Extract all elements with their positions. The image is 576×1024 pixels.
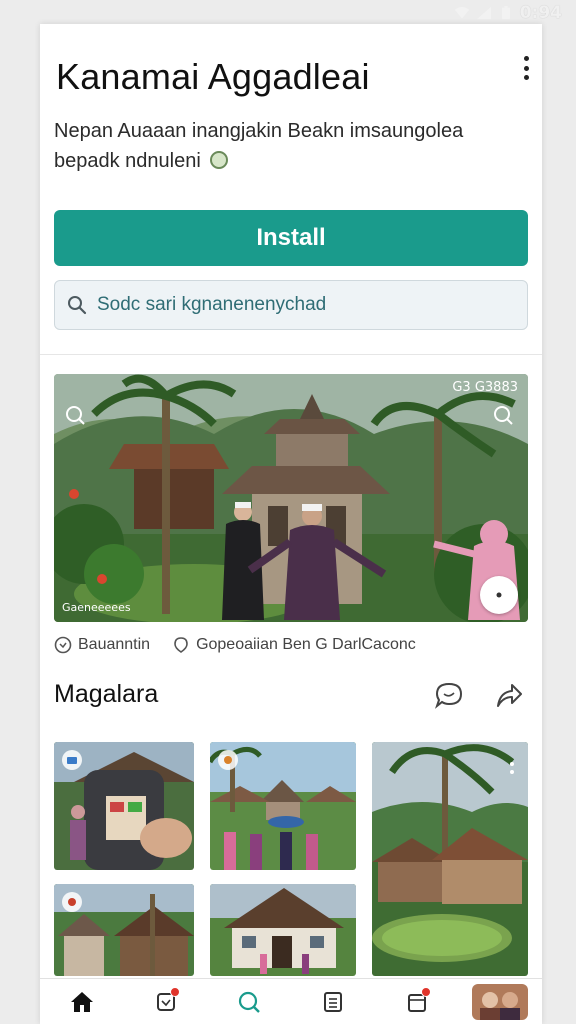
camera-icon bbox=[67, 757, 77, 764]
flower-icon bbox=[224, 756, 232, 764]
status-bar: 0:94 bbox=[0, 0, 576, 26]
nav-profile[interactable] bbox=[458, 979, 542, 1024]
tile-badge-4 bbox=[62, 892, 82, 912]
more-vert-icon[interactable] bbox=[520, 54, 532, 82]
hero-image[interactable]: G3 G3883 Gaeneeeees bbox=[54, 374, 528, 622]
location-icon[interactable] bbox=[172, 636, 190, 654]
tile-badge-2 bbox=[218, 750, 238, 770]
search-input[interactable]: Sodc sari kgnanenenychad bbox=[54, 280, 528, 330]
signal-icon bbox=[476, 6, 491, 20]
notification-dot bbox=[169, 986, 180, 997]
globe-icon bbox=[210, 151, 229, 169]
hero-zoom-icon[interactable] bbox=[492, 404, 514, 426]
share-icon[interactable] bbox=[494, 680, 524, 710]
hero-count: G3 G3883 bbox=[452, 380, 518, 395]
flower-icon bbox=[68, 898, 76, 906]
battery-icon bbox=[501, 6, 510, 20]
heart-icon[interactable] bbox=[54, 636, 72, 654]
app-title: Kanamai Aggadleai bbox=[56, 56, 370, 97]
description-line-2-wrap: bepadk ndnuleni bbox=[54, 146, 524, 176]
bottom-nav bbox=[40, 978, 542, 1024]
meta-item-1: Bauanntin bbox=[78, 636, 151, 653]
image-grid bbox=[54, 742, 528, 982]
meta-item-2: Gopeoaiian Ben G DarlCaconc bbox=[196, 636, 416, 653]
tile-badge-1 bbox=[62, 750, 82, 770]
app-card: Kanamai Aggadleai Nepan Auaaan inangjaki… bbox=[40, 24, 542, 1024]
plus-icon bbox=[496, 592, 502, 598]
nav-explore[interactable] bbox=[207, 979, 291, 1024]
nav-home[interactable] bbox=[40, 979, 124, 1024]
list-icon bbox=[323, 991, 342, 1012]
grid-tile-1[interactable] bbox=[54, 742, 194, 870]
meta-row: Bauanntin Gopeoaiian Ben G DarlCaconc bbox=[54, 636, 416, 654]
install-button[interactable]: Install bbox=[54, 210, 528, 266]
hero-caption: Gaeneeeees bbox=[62, 601, 131, 614]
search-placeholder: Sodc sari kgnanenenychad bbox=[97, 294, 327, 315]
grid-tile-4[interactable] bbox=[54, 884, 194, 976]
add-button[interactable] bbox=[480, 576, 518, 614]
hero-search-icon[interactable] bbox=[64, 404, 86, 426]
search-icon bbox=[68, 296, 87, 315]
description-line-2: bepadk ndnuleni bbox=[54, 150, 201, 172]
section-title: Magalara bbox=[54, 680, 159, 708]
explore-icon bbox=[239, 991, 261, 1013]
avatar bbox=[472, 983, 529, 1020]
comment-icon[interactable] bbox=[434, 680, 464, 710]
wifi-icon bbox=[454, 7, 469, 19]
hero-scene bbox=[54, 374, 528, 622]
nav-calendar[interactable] bbox=[375, 979, 459, 1024]
nav-notifications[interactable] bbox=[124, 979, 208, 1024]
grid-tile-5[interactable] bbox=[210, 884, 356, 976]
status-time: 0:94 bbox=[519, 3, 562, 23]
app-description: Nepan Auaaan inangjakin Beakn imsaungole… bbox=[54, 116, 524, 176]
nav-list[interactable] bbox=[291, 979, 375, 1024]
grid-tile-2[interactable] bbox=[210, 742, 356, 870]
tile-image-3 bbox=[372, 742, 528, 976]
grid-tile-3[interactable] bbox=[372, 742, 528, 976]
divider bbox=[40, 354, 542, 355]
description-line-1: Nepan Auaaan inangjakin Beakn imsaungole… bbox=[54, 120, 464, 142]
calendar-dot bbox=[420, 986, 431, 997]
tile-image-5 bbox=[210, 884, 356, 976]
home-icon bbox=[70, 991, 93, 1012]
